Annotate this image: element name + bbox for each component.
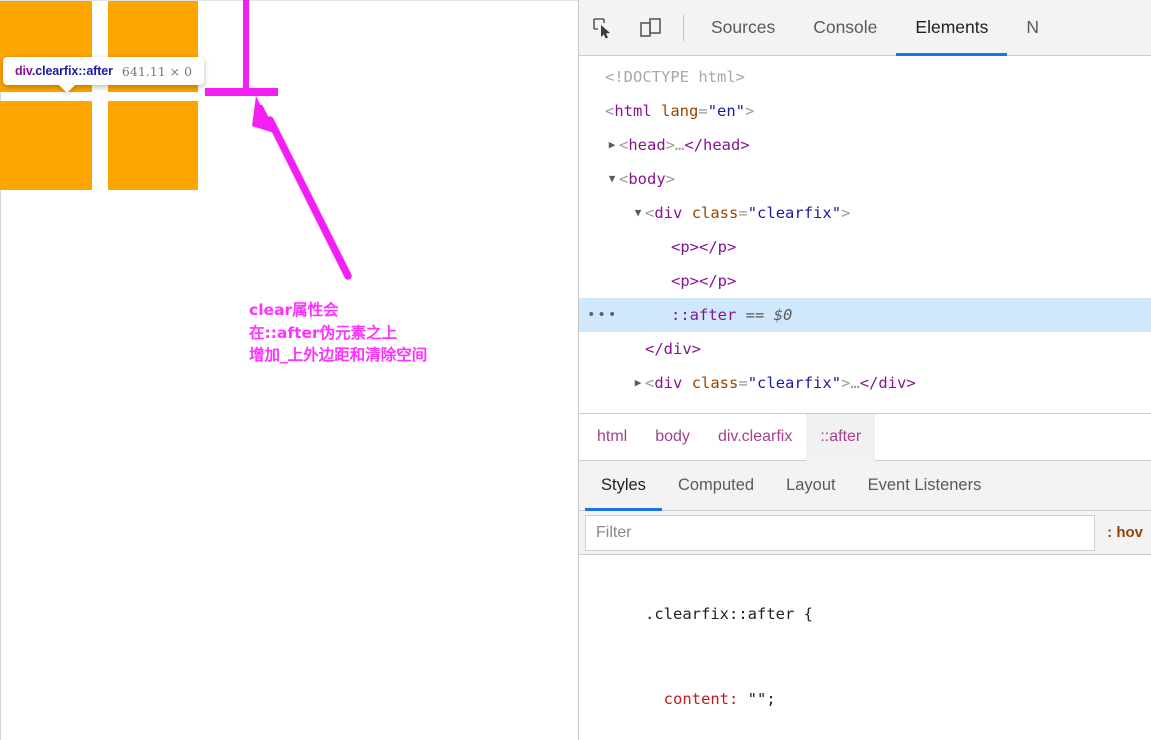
head-gt: > [665, 136, 676, 154]
dom-row-after-pseudo[interactable]: ••• ::after == $0 [579, 298, 1151, 332]
body-tag: body [628, 170, 666, 188]
css-prop-content: content: [663, 690, 739, 708]
annotation-arrow-icon [252, 96, 352, 280]
html-eq: = [698, 102, 708, 120]
tooltip-selector: div.clearfix::after [15, 64, 113, 78]
html-gt: > [745, 102, 755, 120]
head-lt: < [619, 136, 629, 154]
breadcrumb: html body div.clearfix ::after [579, 413, 1151, 461]
floated-box-4 [108, 101, 198, 190]
element-highlight-tooltip: div.clearfix::after 641.11 × 0 [3, 57, 205, 85]
dom-row-html[interactable]: < html lang = "en" > [579, 94, 1151, 128]
p1-close: </p> [699, 238, 737, 256]
div-tag: div [654, 204, 683, 222]
tab-elements[interactable]: Elements [896, 0, 1008, 56]
html-lt: < [605, 102, 615, 120]
annotation-line-2: 在::after伪元素之上 [249, 323, 398, 342]
styles-filter-row: : hov [579, 511, 1151, 555]
annotation-note: clear属性会 在::after伪元素之上 增加_上外边距和清除空间 [249, 299, 427, 367]
styles-pane-tabs: Styles Computed Layout Event Listeners [579, 460, 1151, 511]
breadcrumb-item-body[interactable]: body [641, 414, 704, 461]
body-lt: < [619, 170, 629, 188]
chevron-right-icon[interactable]: ▶ [631, 366, 645, 400]
inspect-element-icon[interactable] [579, 0, 627, 56]
dom-tree: <!DOCTYPE html> < html lang = "en" > ▶ < head… [579, 56, 1151, 413]
chevron-down-icon[interactable]: ▼ [631, 196, 645, 230]
div-close-token: </div> [645, 340, 701, 358]
tab-layout[interactable]: Layout [770, 460, 852, 511]
div2-attr-class: class [691, 374, 739, 392]
html-attr-value: "en" [707, 102, 746, 120]
tab-console[interactable]: Console [794, 0, 896, 56]
pseudo-after-token: ::after [671, 306, 737, 324]
css-selector: .clearfix::after { [645, 604, 813, 623]
div2-close: </div> [859, 374, 916, 392]
toolbar-divider [683, 14, 684, 41]
tooltip-dimensions: 641.11 × 0 [121, 63, 193, 79]
annotation-line-1: clear属性会 [249, 301, 339, 319]
dom-row-head[interactable]: ▶ < head >… </head> [579, 128, 1151, 162]
doctype-token: <!DOCTYPE html> [605, 68, 745, 86]
annotation-line-3: 增加_上外边距和清除空间 [249, 346, 428, 364]
after-highlight-stem [243, 0, 249, 88]
device-toolbar-icon[interactable] [627, 0, 675, 56]
html-attr-lang: lang [661, 102, 699, 120]
tab-styles[interactable]: Styles [585, 460, 662, 511]
css-rule-block: .clearfix::after { content: ""; clear: b… [579, 555, 1151, 740]
div2-lt: < [645, 374, 655, 392]
div-lt: < [645, 204, 655, 222]
page-viewport: div.clearfix::after 641.11 × 0 clear属性会 … [0, 0, 578, 740]
force-hover-state-button[interactable]: : hov [1095, 524, 1151, 541]
p2-close: </p> [699, 272, 737, 290]
pseudo-eq-token: == [745, 306, 765, 324]
html-tag: html [614, 102, 652, 120]
dom-row-div-clearfix-2[interactable]: ▶ < div class = "clearfix" >… </div> [579, 366, 1151, 400]
devtools-toolbar: Sources Console Elements N [579, 0, 1151, 56]
div2-eq: = [738, 374, 748, 392]
breadcrumb-item-after[interactable]: ::after [806, 413, 876, 461]
floated-box-3 [0, 101, 92, 190]
tooltip-pointer-arrow [58, 84, 76, 93]
head-tag: head [628, 136, 666, 154]
body-gt: > [665, 170, 676, 188]
div2-ellipsis: … [850, 374, 860, 392]
chevron-right-icon[interactable]: ▶ [605, 128, 619, 162]
head-close: </head> [684, 136, 750, 154]
chevron-down-icon[interactable]: ▼ [605, 162, 619, 196]
css-declaration-content[interactable]: content: ""; [589, 657, 1151, 740]
dom-row-doctype[interactable]: <!DOCTYPE html> [579, 60, 1151, 94]
devtools-panel: Sources Console Elements N <!DOCTYPE htm… [578, 0, 1151, 740]
div-attr-value: "clearfix" [747, 204, 842, 222]
div2-attr-value: "clearfix" [747, 374, 842, 392]
dom-row-p-2[interactable]: <p> </p> [579, 264, 1151, 298]
console-ref-token: $0 [773, 306, 793, 324]
div-attr-class: class [691, 204, 739, 222]
dom-row-div-clearfix[interactable]: ▼ < div class = "clearfix" > [579, 196, 1151, 230]
dom-row-div-close[interactable]: </div> [579, 332, 1151, 366]
div2-gt: > [841, 374, 851, 392]
css-selector-line[interactable]: .clearfix::after { [589, 571, 1151, 657]
p1-open: <p> [671, 238, 699, 256]
head-ellipsis: … [675, 136, 685, 154]
div-gt: > [841, 204, 851, 222]
dom-row-p-1[interactable]: <p> </p> [579, 230, 1151, 264]
tab-computed[interactable]: Computed [662, 460, 770, 511]
tab-network[interactable]: N [1007, 0, 1058, 56]
tooltip-selector-tag: div [15, 64, 32, 78]
row-actions-icon[interactable]: ••• [587, 298, 618, 332]
p2-open: <p> [671, 272, 699, 290]
tab-sources[interactable]: Sources [692, 0, 794, 56]
breadcrumb-item-div-clearfix[interactable]: div.clearfix [704, 414, 806, 461]
dom-row-body[interactable]: ▼ < body > [579, 162, 1151, 196]
tab-event-listeners[interactable]: Event Listeners [852, 460, 998, 511]
breadcrumb-item-html[interactable]: html [583, 414, 641, 461]
css-value-content: ""; [747, 690, 776, 708]
styles-filter-input[interactable] [585, 514, 1096, 551]
div-eq: = [738, 204, 748, 222]
tooltip-selector-class: .clearfix::after [31, 64, 113, 78]
div2-tag: div [654, 374, 683, 392]
